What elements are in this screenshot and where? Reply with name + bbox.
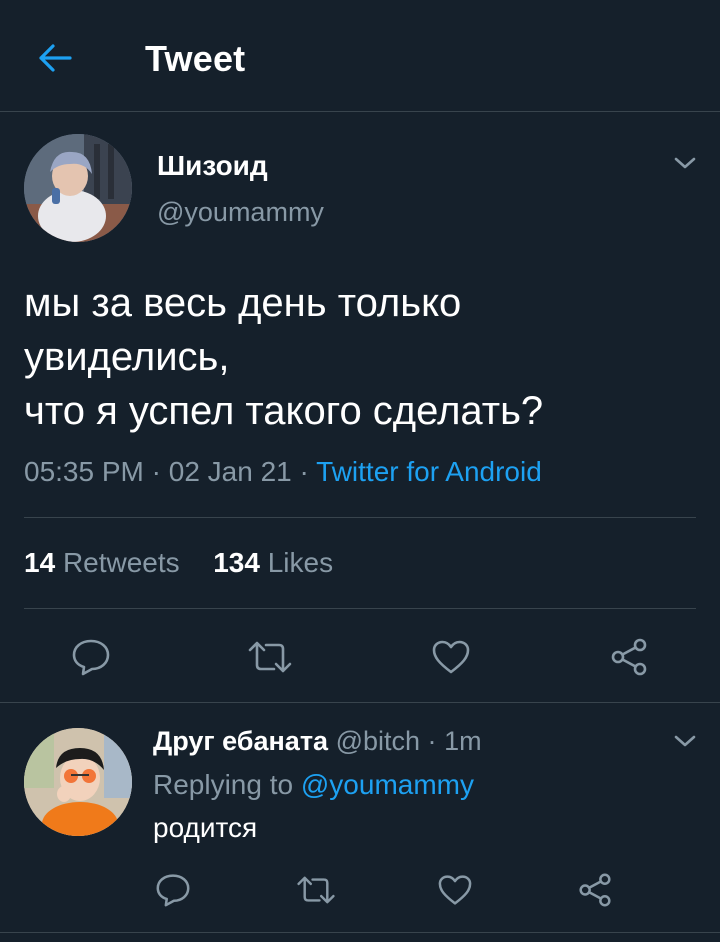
replying-mention-link[interactable]: @youmammy (301, 769, 474, 800)
meta-separator: · (151, 456, 161, 487)
likes-stat[interactable]: 134 Likes (213, 547, 333, 579)
tweet-text-line: мы за весь день только (24, 281, 462, 325)
tweet-date: 02 Jan 21 (168, 456, 292, 487)
share-icon (579, 873, 611, 907)
author-handle[interactable]: @youmammy (157, 197, 324, 228)
reply-share-button[interactable] (574, 869, 616, 911)
reply-button[interactable] (68, 634, 114, 680)
divider (0, 702, 720, 703)
retweet-icon (297, 876, 335, 904)
share-icon (611, 638, 647, 676)
author-avatar[interactable] (24, 134, 132, 242)
replying-to: Replying to @youmammy (153, 769, 474, 801)
tweet-stats: 14 Retweets 134 Likes (24, 547, 333, 579)
chevron-down-icon (674, 735, 696, 747)
tweet-text-line: увиделись, (24, 335, 230, 379)
retweet-button[interactable] (246, 636, 294, 678)
author-name[interactable]: Шизоид (157, 150, 268, 182)
share-button[interactable] (606, 634, 652, 680)
heart-icon (438, 875, 472, 905)
reply-author-avatar[interactable] (24, 728, 132, 836)
page-title: Tweet (145, 38, 246, 79)
divider (24, 517, 696, 518)
like-button[interactable] (428, 634, 474, 680)
reply-author-handle[interactable]: @bitch (336, 726, 420, 756)
retweets-stat[interactable]: 14 Retweets (24, 547, 180, 579)
reply-header: Друг ебаната @bitch · 1m (153, 726, 482, 757)
reply-reply-button[interactable] (152, 869, 194, 911)
tweet-source-link[interactable]: Twitter for Android (316, 456, 542, 487)
meta-separator: · (427, 726, 437, 756)
meta-separator: · (299, 456, 309, 487)
tweet-meta: 05:35 PM · 02 Jan 21 · Twitter for Andro… (24, 456, 542, 488)
tweet-menu-button[interactable] (670, 152, 700, 174)
reply-icon (156, 874, 190, 907)
retweet-icon (248, 641, 292, 673)
reply-text: родится (153, 812, 258, 843)
reply-icon (72, 639, 110, 676)
divider (0, 932, 720, 933)
retweets-label: Retweets (62, 547, 180, 578)
chevron-down-icon (674, 157, 696, 169)
reply-retweet-button[interactable] (294, 870, 338, 910)
tweet-text-line: что я успел такого сделать? (24, 389, 544, 433)
reply-author-name[interactable]: Друг ебаната (153, 726, 328, 756)
top-bar: Tweet (0, 0, 720, 112)
back-button[interactable] (30, 36, 80, 80)
retweets-count: 14 (24, 547, 56, 578)
heart-icon (432, 640, 470, 674)
arrow-left-icon (39, 44, 72, 72)
reply-time: 1m (444, 726, 482, 756)
replying-prefix: Replying to (153, 769, 294, 800)
reply-menu-button[interactable] (670, 730, 700, 752)
tweet-text: мы за весь день только увиделись, что я … (24, 276, 704, 438)
reply-like-button[interactable] (434, 869, 476, 911)
tweet-time: 05:35 PM (24, 456, 144, 487)
divider (24, 608, 696, 609)
likes-count: 134 (213, 547, 260, 578)
likes-label: Likes (267, 547, 334, 578)
